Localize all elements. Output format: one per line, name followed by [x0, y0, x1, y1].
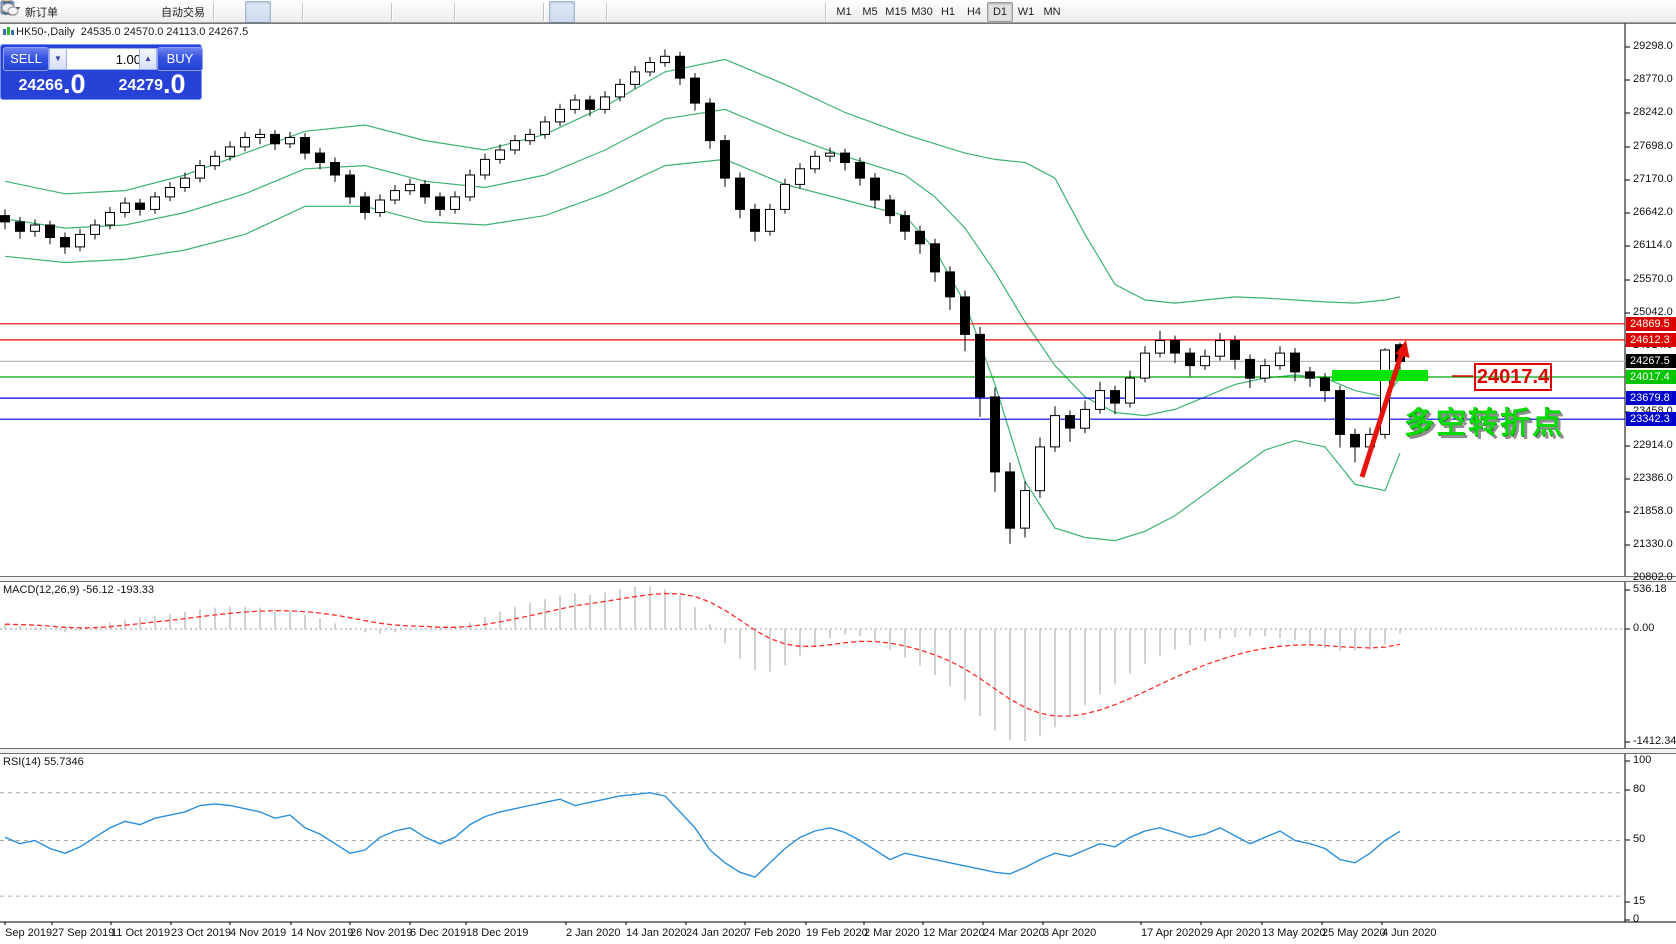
- date-axis-label: 14 Nov 2019: [291, 927, 353, 939]
- rsi-indicator-label: RSI(14) 55.7346: [3, 756, 84, 768]
- pane-splitter-macd[interactable]: [0, 576, 1676, 582]
- price-axis-tick: 0: [1633, 913, 1639, 925]
- price-level-badge: 24267.5: [1626, 354, 1676, 368]
- date-axis-label: 19 Feb 2020: [806, 927, 868, 939]
- volume-decrease-button[interactable]: ▼: [49, 48, 67, 70]
- date-axis-label: 2 Jan 2020: [566, 927, 620, 939]
- date-axis-label: 4 Jun 2020: [1382, 927, 1436, 939]
- price-axis-tick: 0.00: [1633, 622, 1654, 634]
- buy-price-button[interactable]: 24279 .0: [103, 69, 201, 99]
- date-axis-label: 7 Feb 2020: [745, 927, 801, 939]
- price-axis-tick: -1412.34: [1633, 735, 1676, 747]
- price-axis-tick: 20802.0: [1633, 571, 1673, 583]
- date-axis-label: 23 Oct 2019: [171, 927, 231, 939]
- price-axis-tick: 22386.0: [1633, 472, 1673, 484]
- symbol-ohlc-readout: HK50-,Daily 24535.0 24570.0 24113.0 2426…: [16, 26, 248, 38]
- price-axis-tick: 27170.0: [1633, 173, 1673, 185]
- price-axis-tick: 26114.0: [1633, 239, 1672, 251]
- date-axis-label: 4 Nov 2019: [230, 927, 286, 939]
- date-axis-label: 25 May 2020: [1322, 927, 1386, 939]
- price-axis-tick: 80: [1633, 783, 1645, 795]
- price-axis-tick: 21858.0: [1633, 505, 1673, 517]
- buy-price-main: 24279: [118, 73, 163, 99]
- date-axis-label: 24 Jan 2020: [686, 927, 747, 939]
- sell-price-decimal: .0: [63, 70, 86, 99]
- volume-increase-button[interactable]: ▲: [139, 48, 157, 70]
- date-axis-label: 2 Mar 2020: [864, 927, 920, 939]
- price-level-badge: 23679.8: [1626, 391, 1676, 405]
- buy-price-decimal: .0: [163, 70, 186, 99]
- date-axis-label: 24 Mar 2020: [983, 927, 1045, 939]
- price-axis-tick: 28242.0: [1633, 106, 1673, 118]
- price-axis-tick: 536.18: [1633, 583, 1667, 595]
- date-axis-label: 26 Nov 2019: [350, 927, 412, 939]
- date-axis-label: 14 Jan 2020: [626, 927, 687, 939]
- date-axis-label: 29 Apr 2020: [1201, 927, 1260, 939]
- price-axis-tick: 100: [1633, 754, 1651, 766]
- date-axis-label: 27 Sep 2019: [52, 927, 114, 939]
- date-axis-label: Sep 2019: [5, 927, 52, 939]
- sell-button[interactable]: SELL: [3, 47, 49, 71]
- price-axis-tick: 25570.0: [1633, 273, 1673, 285]
- price-level-badge: 23342.3: [1626, 412, 1676, 426]
- price-axis-tick: 27698.0: [1633, 140, 1673, 152]
- one-click-trading-panel: SELL ▼ ▲ BUY 24266 .0 24279 .0: [0, 44, 202, 100]
- price-level-badge: 24017.4: [1626, 370, 1676, 384]
- price-axis-tick: 28770.0: [1633, 73, 1673, 85]
- macd-indicator-label: MACD(12,26,9) -56.12 -193.33: [3, 584, 154, 596]
- date-axis-label: 3 Apr 2020: [1043, 927, 1096, 939]
- date-axis-label: 12 Mar 2020: [923, 927, 985, 939]
- price-axis-tick: 26642.0: [1633, 206, 1673, 218]
- buy-button[interactable]: BUY: [157, 47, 203, 71]
- price-level-badge: 24869.5: [1626, 317, 1676, 331]
- price-level-badge: 24612.3: [1626, 333, 1676, 347]
- sell-price-button[interactable]: 24266 .0: [3, 69, 101, 99]
- date-axis-label: 13 May 2020: [1262, 927, 1326, 939]
- application-window: 新订单 自动交易: [0, 0, 1676, 944]
- price-axis-tick: 29298.0: [1633, 40, 1673, 52]
- chart-canvas[interactable]: [0, 0, 1676, 944]
- price-callout-box[interactable]: 24017.4: [1474, 363, 1552, 391]
- date-axis-label: 6 Dec 2019: [410, 927, 466, 939]
- volume-input[interactable]: [66, 48, 146, 70]
- sell-price-main: 24266: [18, 73, 63, 99]
- date-axis-label: 11 Oct 2019: [111, 927, 170, 939]
- date-axis-label: 17 Apr 2020: [1141, 927, 1200, 939]
- chinese-annotation-text[interactable]: 多空转折点: [1404, 398, 1564, 442]
- price-axis-tick: 15: [1633, 895, 1645, 907]
- date-axis-label: 18 Dec 2019: [466, 927, 528, 939]
- price-axis-tick: 21330.0: [1633, 538, 1673, 550]
- price-axis-tick: 50: [1633, 833, 1645, 845]
- pane-splitter-rsi[interactable]: [0, 748, 1676, 754]
- price-axis-tick: 22914.0: [1633, 439, 1673, 451]
